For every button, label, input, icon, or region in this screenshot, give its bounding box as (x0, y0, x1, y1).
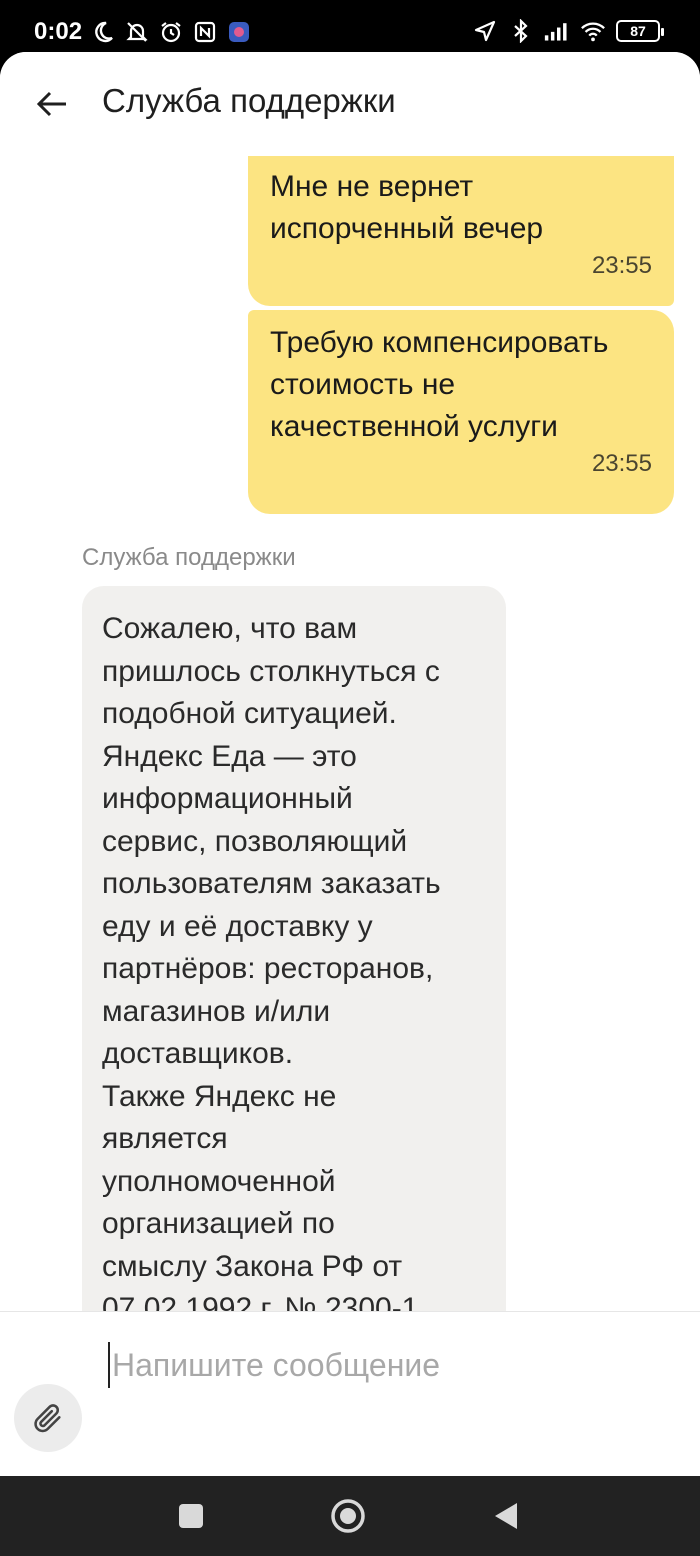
message-line: сервис, позволяющий (102, 824, 408, 858)
moon-icon (90, 19, 116, 45)
header: Служба поддержки (0, 52, 700, 156)
message-line: смыслу Закона РФ от (102, 1249, 403, 1283)
nfc-icon (192, 19, 218, 45)
sender-name: Служба поддержки (82, 544, 296, 571)
battery-icon: 87 (616, 20, 664, 42)
recent-apps-button[interactable] (171, 1496, 211, 1536)
support-chat-screen: Служба поддержки Мне не вернет испорченн… (0, 52, 700, 1476)
home-icon (331, 1499, 365, 1533)
status-bar: 0:02 87 (0, 0, 700, 56)
message-line: стоимость не (270, 368, 456, 401)
message-line: пользователям заказать (102, 867, 441, 900)
message-time: 23:55 (591, 450, 652, 477)
arrow-left-icon (36, 91, 66, 117)
recent-apps-icon (179, 1504, 203, 1528)
message-line: уполномоченной (102, 1164, 336, 1198)
app-icon (226, 19, 252, 45)
page-title: Служба поддержки (102, 82, 396, 119)
paperclip-icon (34, 1404, 61, 1433)
status-right: 87 (472, 18, 664, 44)
back-icon (495, 1503, 517, 1529)
outgoing-message[interactable]: Требую компенсировать стоимость не качес… (248, 310, 674, 514)
message-line: организацией по (102, 1207, 335, 1240)
home-button[interactable] (328, 1496, 368, 1536)
message-list[interactable]: Мне не вернет испорченный вечер 23:55 Тр… (0, 156, 700, 1311)
message-line: качественной услуги (270, 410, 558, 443)
message-line: Мне не вернет (270, 170, 474, 203)
message-time: 23:55 (591, 252, 652, 279)
status-time: 0:02 (34, 18, 83, 45)
bell-off-icon (124, 19, 150, 45)
message-line: Требую компенсировать (270, 326, 609, 359)
outgoing-message[interactable]: Мне не вернет испорченный вечер 23:55 (248, 156, 674, 306)
bluetooth-icon (508, 18, 534, 44)
message-line: Сожалею, что вам (102, 612, 358, 645)
message-line: подобной ситуацией. (102, 697, 397, 730)
wifi-icon (580, 18, 606, 44)
attach-button[interactable] (14, 1384, 82, 1452)
composer (0, 1311, 700, 1476)
status-left: 0:02 (34, 18, 252, 46)
battery-level: 87 (630, 23, 646, 39)
message-input[interactable] (108, 1342, 668, 1388)
location-icon (472, 18, 498, 44)
alarm-icon (158, 19, 184, 45)
message-line: информационный (102, 782, 353, 815)
message-line: является (102, 1122, 228, 1155)
message-line: 07.02.1992 г. № 2300-1 (102, 1292, 419, 1311)
signal-icon (544, 18, 570, 44)
message-line: испорченный вечер (270, 212, 544, 245)
back-nav-button[interactable] (486, 1496, 526, 1536)
message-line: доставщиков. (102, 1037, 294, 1070)
message-line: Также Яндекс не (102, 1079, 337, 1113)
message-line: пришлось столкнуться с (102, 654, 440, 688)
back-button[interactable] (30, 82, 74, 126)
message-line: еду и её доставку у (102, 909, 373, 943)
message-line: Яндекс Еда — это (102, 739, 357, 773)
message-line: партнёров: ресторанов, (102, 952, 434, 985)
system-nav-bar (0, 1476, 700, 1556)
message-line: магазинов и/или (102, 994, 331, 1028)
incoming-message[interactable]: Сожалею, что вам пришлось столкнуться с … (82, 586, 506, 1311)
